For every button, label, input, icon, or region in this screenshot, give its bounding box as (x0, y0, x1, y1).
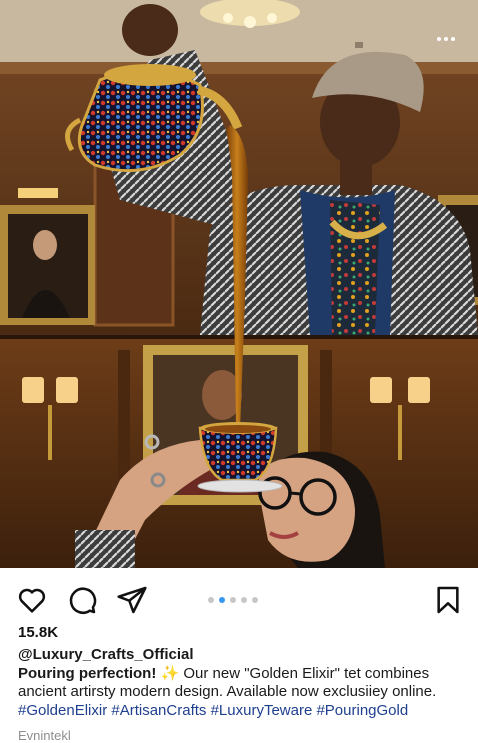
save-button[interactable] (432, 584, 464, 616)
more-horizontal-icon (437, 37, 441, 41)
carousel-dot (230, 597, 236, 603)
hashtags[interactable]: #GoldenElixir #ArtisanCrafts #LuxuryTewa… (18, 702, 408, 719)
username-link[interactable]: @Luxury_Crafts_Official (18, 646, 476, 665)
likes-count[interactable]: 15.8K (18, 624, 58, 641)
view-comments-link[interactable]: Evnintekl (18, 728, 71, 743)
sparkle-icon: ✨ (160, 664, 180, 682)
heart-icon (18, 588, 46, 613)
comment-button[interactable] (66, 584, 98, 616)
carousel-dot-active (219, 597, 225, 603)
carousel-dot (208, 597, 214, 603)
carousel-dot (252, 597, 258, 603)
more-horizontal-icon (444, 37, 448, 41)
post-caption: @Luxury_Crafts_Official Pouring perfecti… (18, 646, 476, 720)
post-actions (0, 580, 478, 618)
like-button[interactable] (16, 584, 48, 616)
post-photo[interactable] (0, 0, 478, 568)
comment-bubble-icon (69, 587, 97, 614)
more-options-button[interactable] (432, 30, 460, 48)
more-horizontal-icon (451, 37, 455, 41)
caption-lead: Pouring perfection! (18, 664, 157, 682)
share-button[interactable] (116, 584, 148, 616)
carousel-dot (241, 597, 247, 603)
carousel-indicator (208, 597, 258, 603)
photo-illustration (0, 0, 478, 568)
instagram-post: 15.8K @Luxury_Crafts_Official Pouring pe… (0, 0, 478, 743)
bookmark-icon (437, 586, 459, 614)
paper-plane-icon (117, 586, 147, 614)
